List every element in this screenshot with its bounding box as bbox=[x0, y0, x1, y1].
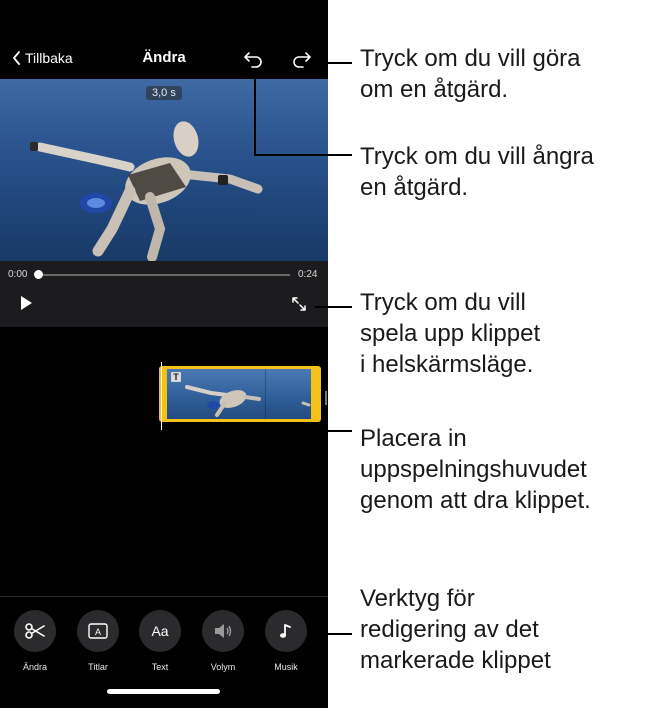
clip-thumbnails: T bbox=[167, 369, 311, 419]
undo-icon[interactable] bbox=[243, 49, 265, 69]
playhead bbox=[161, 362, 162, 432]
tool-text-button[interactable]: Aa Text bbox=[135, 610, 185, 672]
text-aa-icon: Aa bbox=[139, 610, 181, 652]
callout-line-undo-vertical bbox=[254, 68, 256, 155]
clip-thumbnail-image bbox=[185, 385, 311, 417]
page-title: Ändra bbox=[142, 49, 186, 66]
callout-undo: Tryck om du vill ångra en åtgärd. bbox=[360, 143, 594, 201]
tool-titles-button[interactable]: A Titlar bbox=[73, 610, 123, 672]
redo-icon[interactable] bbox=[290, 49, 312, 69]
playback-controls: 0:00 0:24 bbox=[0, 261, 328, 327]
phone-screen: Tillbaka Ändra 3,0 s 0:00 0:24 T Ändra A… bbox=[0, 0, 328, 708]
tool-music-button[interactable]: Musik bbox=[261, 610, 311, 672]
callout-line-fullscreen bbox=[315, 306, 352, 308]
callout-fullscreen: Tryck om du vill spela upp klippet i hel… bbox=[360, 289, 541, 378]
text-aa-glyph: Aa bbox=[151, 623, 169, 639]
tool-label: Titlar bbox=[88, 662, 108, 672]
fullscreen-icon[interactable] bbox=[290, 295, 308, 313]
tool-volume-button[interactable]: Volym bbox=[198, 610, 248, 672]
frame-divider bbox=[265, 369, 266, 419]
music-note-icon bbox=[265, 610, 307, 652]
skydiver-image bbox=[30, 121, 263, 261]
callout-line-redo bbox=[315, 62, 352, 64]
scissors-icon bbox=[14, 610, 56, 652]
titles-icon: A bbox=[77, 610, 119, 652]
callout-tools: Verktyg för redigering av det markerade … bbox=[360, 585, 551, 674]
play-icon[interactable] bbox=[18, 295, 34, 311]
time-end: 0:24 bbox=[298, 269, 318, 280]
selected-clip[interactable]: T bbox=[159, 366, 321, 422]
scrubber-knob[interactable] bbox=[34, 270, 43, 279]
tool-label: Volym bbox=[210, 662, 236, 672]
video-preview[interactable]: 3,0 s bbox=[0, 79, 328, 261]
callout-redo: Tryck om du vill göra om en åtgärd. bbox=[360, 45, 581, 103]
home-indicator bbox=[107, 689, 220, 694]
tool-label: Ändra bbox=[22, 662, 48, 672]
time-start: 0:00 bbox=[8, 269, 28, 280]
callout-line-undo-horizontal bbox=[254, 154, 352, 156]
callout-line-toolbar bbox=[312, 633, 352, 635]
svg-text:A: A bbox=[95, 627, 101, 637]
tool-label: Text bbox=[151, 662, 169, 672]
tool-label: Musik bbox=[274, 662, 298, 672]
scrubber-track[interactable] bbox=[40, 274, 290, 276]
timeline-end-marker bbox=[325, 391, 327, 405]
speaker-icon bbox=[202, 610, 244, 652]
callout-line-playhead bbox=[161, 430, 352, 432]
title-marker-icon: T bbox=[171, 372, 181, 382]
duration-badge: 3,0 s bbox=[146, 86, 182, 100]
callout-playhead: Placera in uppspelningshuvudet genom att… bbox=[360, 425, 591, 514]
tool-edit-button[interactable]: Ändra bbox=[10, 610, 60, 672]
toolbar-divider bbox=[0, 596, 328, 597]
